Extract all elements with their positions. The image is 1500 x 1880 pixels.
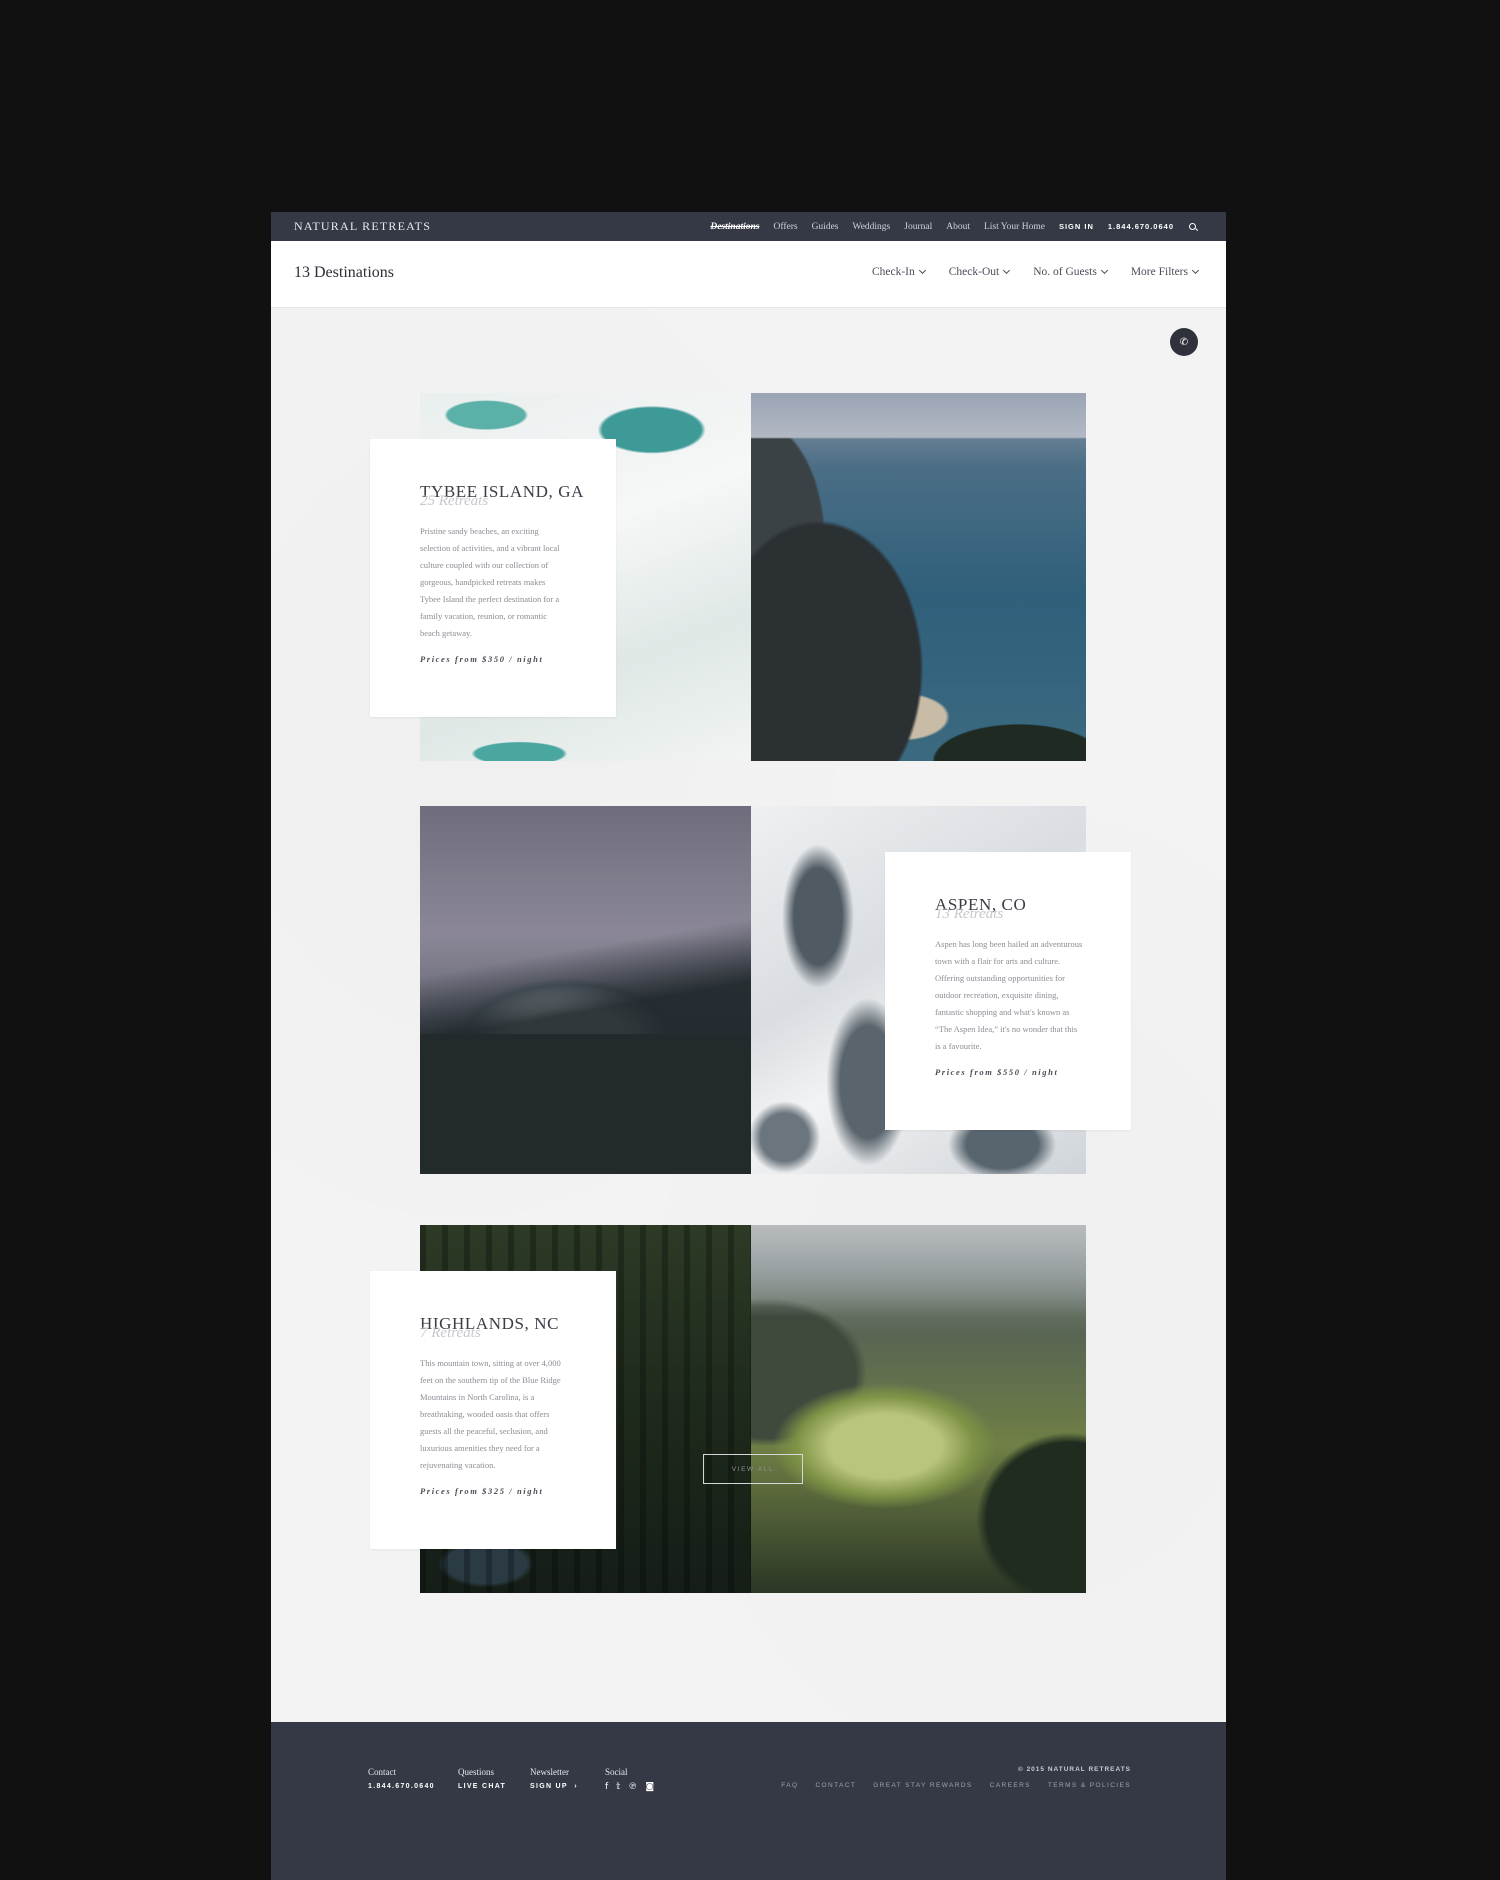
nav-weddings[interactable]: Weddings (852, 222, 890, 232)
footer-link-contact[interactable]: CONTACT (815, 1782, 856, 1789)
social-icons: f 𝕥 ℗ ◙ (605, 1782, 654, 1792)
nav-guides[interactable]: Guides (812, 222, 839, 232)
nav-about[interactable]: About (946, 222, 970, 232)
footer-questions: Questions LIVE CHAT (458, 1767, 506, 1790)
pinterest-icon[interactable]: ℗ (628, 1782, 637, 1792)
instagram-icon[interactable]: ◙ (645, 1782, 654, 1792)
facebook-icon[interactable]: f (605, 1782, 608, 1792)
chevron-right-icon: › (571, 1783, 578, 1790)
filter-label: Check-Out (948, 266, 1000, 278)
destination-price: Prices from $350 / night (420, 654, 544, 664)
coastal-cliff-image (751, 393, 1086, 761)
filter-bar: 13 Destinations Check-In Check-Out No. o… (271, 241, 1226, 308)
check-out-filter[interactable]: Check-Out (948, 266, 1011, 278)
live-chat-link[interactable]: LIVE CHAT (458, 1783, 506, 1790)
more-filters[interactable]: More Filters (1130, 266, 1200, 278)
footer-label: Questions (458, 1767, 494, 1777)
nav-offers[interactable]: Offers (773, 222, 797, 232)
destination-info: ASPEN, CO 13 Retreats Aspen has long bee… (885, 852, 1131, 1130)
valley-image (751, 1225, 1086, 1593)
view-all-button[interactable]: VIEW ALL (703, 1454, 803, 1484)
chevron-down-icon (1191, 266, 1200, 275)
footer-link-rewards[interactable]: GREAT STAY REWARDS (873, 1782, 972, 1789)
newsletter-signup-link[interactable]: SIGN UP › (530, 1783, 578, 1790)
mountain-image (420, 806, 751, 1174)
destination-description: Pristine sandy beaches, an exciting sele… (420, 526, 560, 638)
twitter-icon[interactable]: 𝕥 (616, 1782, 620, 1792)
footer-phone-link[interactable]: 1.844.670.0640 (368, 1783, 435, 1790)
footer-social: Social f 𝕥 ℗ ◙ (605, 1767, 654, 1792)
footer-link-terms[interactable]: TERMS & POLICIES (1048, 1782, 1131, 1789)
nav-destinations[interactable]: Destinations (710, 222, 759, 232)
page: NATURAL RETREATS Destinations Offers Gui… (271, 212, 1226, 1880)
destination-info: TYBEE ISLAND, GA 25 Retreats Pristine sa… (370, 439, 616, 717)
footer-label: Social (605, 1767, 628, 1777)
destination-info: HIGHLANDS, NC 7 Retreats This mountain t… (370, 1271, 616, 1549)
destinations-list: ✆ TYBEE ISLAND, GA 25 Retreats Pristine … (271, 308, 1226, 1722)
destination-price: Prices from $325 / night (420, 1486, 544, 1496)
destination-card-tybee[interactable]: TYBEE ISLAND, GA 25 Retreats Pristine sa… (370, 393, 1086, 761)
top-navigation-bar: NATURAL RETREATS Destinations Offers Gui… (271, 212, 1226, 241)
destination-description: Aspen has long been hailed an adventurou… (935, 939, 1083, 1051)
signup-label: SIGN UP (530, 1783, 568, 1790)
filter-label: More Filters (1130, 266, 1188, 278)
filter-label: Check-In (871, 266, 915, 278)
footer-links: FAQ CONTACT GREAT STAY REWARDS CAREERS T… (781, 1782, 1131, 1789)
footer-contact: Contact 1.844.670.0640 (368, 1767, 435, 1790)
destination-description: This mountain town, sitting at over 4,00… (420, 1358, 561, 1470)
destination-card-aspen[interactable]: ASPEN, CO 13 Retreats Aspen has long bee… (420, 806, 1131, 1174)
footer-label: Contact (368, 1767, 396, 1777)
footer: Contact 1.844.670.0640 Questions LIVE CH… (271, 1722, 1226, 1880)
destination-price: Prices from $550 / night (935, 1067, 1059, 1077)
guests-filter[interactable]: No. of Guests (1033, 266, 1108, 278)
footer-newsletter: Newsletter SIGN UP › (530, 1767, 578, 1790)
filters: Check-In Check-Out No. of Guests More Fi… (871, 266, 1200, 278)
footer-link-careers[interactable]: CAREERS (990, 1782, 1031, 1789)
search-icon[interactable] (1188, 222, 1198, 232)
brand-logo[interactable]: NATURAL RETREATS (294, 219, 431, 234)
nav-list-your-home[interactable]: List Your Home (984, 222, 1045, 232)
filter-label: No. of Guests (1033, 266, 1097, 278)
phone-number[interactable]: 1.844.670.0640 (1108, 222, 1174, 231)
footer-link-faq[interactable]: FAQ (781, 1782, 798, 1789)
check-in-filter[interactable]: Check-In (871, 266, 926, 278)
top-nav: Destinations Offers Guides Weddings Jour… (710, 212, 1198, 241)
chevron-down-icon (1003, 266, 1011, 275)
results-title: 13 Destinations (294, 264, 394, 281)
copyright: © 2015 NATURAL RETREATS (1017, 1766, 1131, 1773)
chevron-down-icon (1100, 266, 1108, 275)
sign-in-link[interactable]: SIGN IN (1059, 222, 1094, 231)
footer-label: Newsletter (530, 1767, 569, 1777)
phone-icon[interactable]: ✆ (1170, 328, 1198, 356)
destination-card-highlands[interactable]: HIGHLANDS, NC 7 Retreats This mountain t… (370, 1225, 1086, 1593)
chevron-down-icon (918, 266, 926, 275)
nav-journal[interactable]: Journal (904, 222, 932, 232)
